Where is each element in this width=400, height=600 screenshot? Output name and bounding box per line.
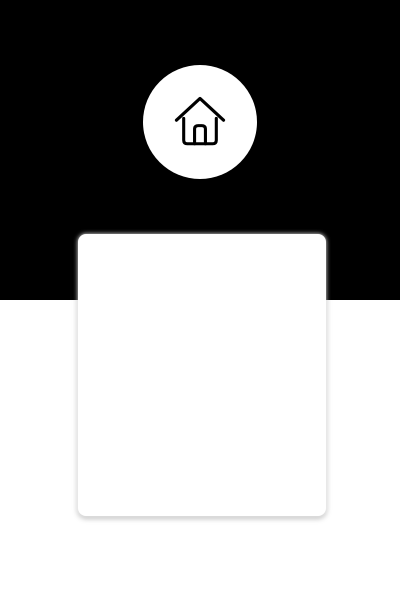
home-button[interactable] (143, 65, 257, 179)
home-icon (174, 96, 226, 146)
content-card (78, 234, 326, 516)
